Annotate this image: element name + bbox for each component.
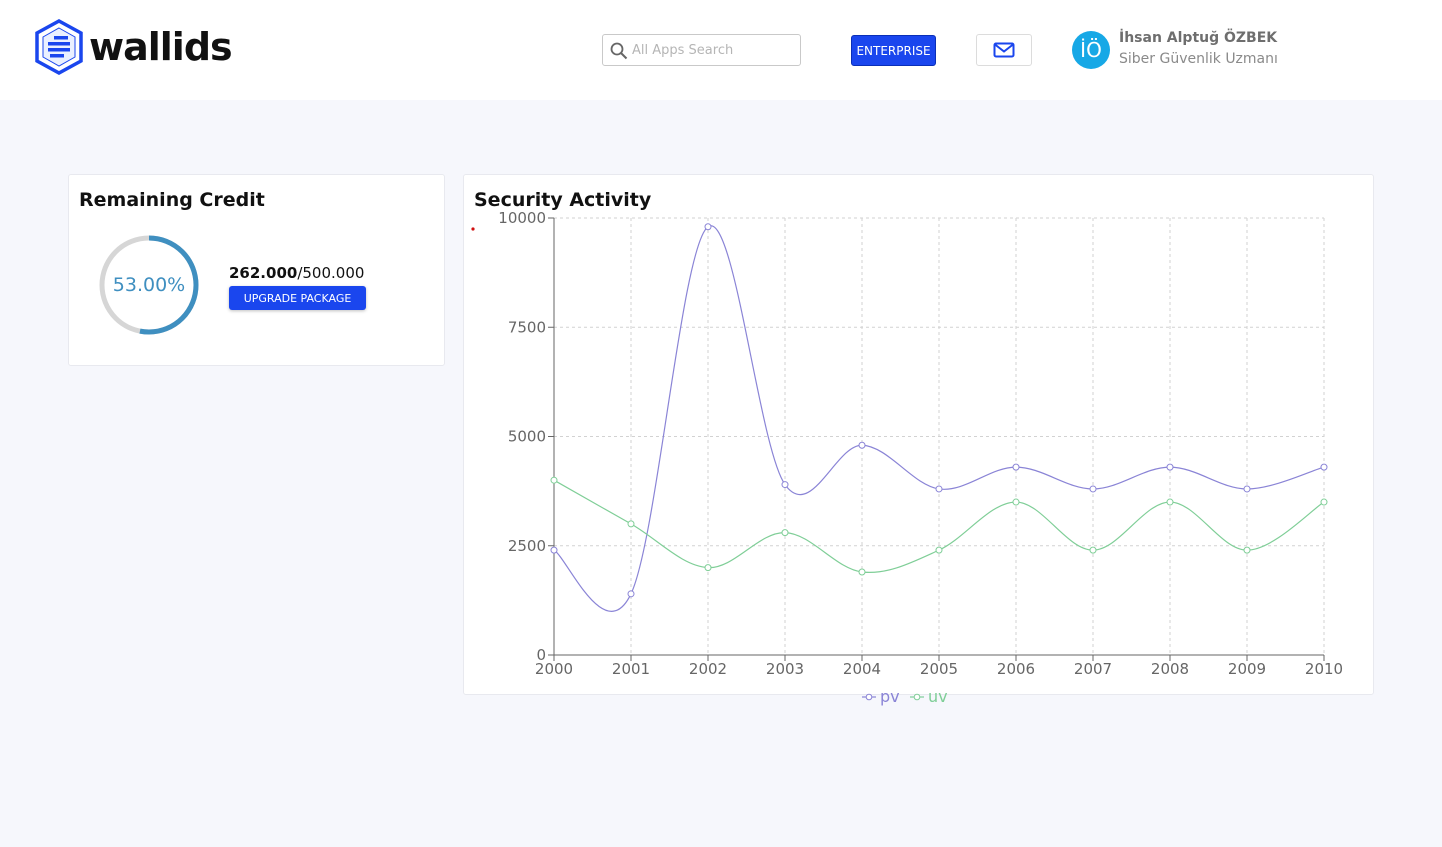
data-point-uv [1012, 498, 1020, 506]
x-tick-label: 2001 [612, 660, 650, 678]
upgrade-package-button[interactable]: UPGRADE PACKAGE [229, 286, 366, 310]
user-name: İhsan Alptuğ ÖZBEK [1119, 30, 1278, 46]
y-tick-label: 5000 [508, 428, 546, 446]
chart-grid [553, 217, 1325, 656]
brand-logo[interactable]: wallids [34, 19, 233, 75]
data-point-pv [627, 590, 635, 598]
remaining-credit-card: Remaining Credit 53.00% 262.000/500.000 … [68, 174, 445, 366]
mail-button[interactable] [976, 34, 1032, 66]
remaining-credit-title: Remaining Credit [79, 189, 265, 211]
y-tick-label: 7500 [508, 318, 546, 336]
data-point-uv [1166, 498, 1174, 506]
data-point-pv [1012, 463, 1020, 471]
data-point-pv [1166, 463, 1174, 471]
data-point-pv [935, 485, 943, 493]
search-input[interactable] [632, 39, 796, 61]
data-point-uv [781, 529, 789, 537]
credit-total: 500.000 [302, 264, 365, 282]
data-point-pv [704, 223, 712, 231]
data-point-pv [1243, 485, 1251, 493]
x-tick-label: 2010 [1305, 660, 1343, 678]
data-point-pv [550, 546, 558, 554]
enterprise-button[interactable]: ENTERPRISE [851, 35, 936, 66]
top-bar: wallids ENTERPRISE İÖ İhsan Alptuğ ÖZBEK… [0, 0, 1442, 100]
avatar[interactable]: İÖ [1072, 31, 1110, 69]
data-point-uv [1243, 546, 1251, 554]
data-point-uv [704, 564, 712, 572]
data-point-uv [627, 520, 635, 528]
y-tick-label: 10000 [498, 209, 546, 227]
chart-axes: 0250050007500100002000 2001 2002 2003 2004 20… [498, 209, 1343, 678]
chart-legend: pv uv [862, 687, 948, 706]
wallids-logo-icon [35, 19, 83, 75]
legend-marker-pv [865, 693, 873, 701]
brand-name: wallids [89, 25, 233, 69]
security-activity-chart: 0250050007500100002000 2001 2002 2003 2004 20… [471, 209, 1343, 706]
data-point-pv [1089, 485, 1097, 493]
x-tick-label: 2005 [920, 660, 958, 678]
credit-percent: 53.00% [112, 274, 186, 296]
x-tick-label: 2009 [1228, 660, 1266, 678]
data-point-uv [1089, 546, 1097, 554]
red-dot-marker [471, 227, 475, 231]
user-role: Siber Güvenlik Uzmanı [1119, 51, 1278, 67]
mail-icon [993, 42, 1015, 58]
data-point-uv [550, 476, 558, 484]
x-tick-label: 2000 [535, 660, 573, 678]
legend-marker-uv [913, 693, 921, 701]
data-point-uv [935, 546, 943, 554]
legend-label-uv: uv [928, 687, 948, 706]
data-point-uv [858, 568, 866, 576]
data-point-pv [858, 441, 866, 449]
x-tick-label: 2004 [843, 660, 881, 678]
data-point-pv [1320, 463, 1328, 471]
data-point-pv [781, 481, 789, 489]
app-search[interactable] [602, 34, 801, 66]
credit-used: 262.000 [229, 264, 298, 282]
x-tick-label: 2002 [689, 660, 727, 678]
legend-label-pv: pv [880, 687, 900, 706]
search-icon [610, 42, 628, 60]
x-tick-label: 2008 [1151, 660, 1189, 678]
x-tick-label: 2006 [997, 660, 1035, 678]
x-tick-label: 2007 [1074, 660, 1112, 678]
data-point-uv [1320, 498, 1328, 506]
y-tick-label: 2500 [508, 537, 546, 555]
x-tick-label: 2003 [766, 660, 804, 678]
credit-values: 262.000/500.000 [229, 264, 364, 282]
